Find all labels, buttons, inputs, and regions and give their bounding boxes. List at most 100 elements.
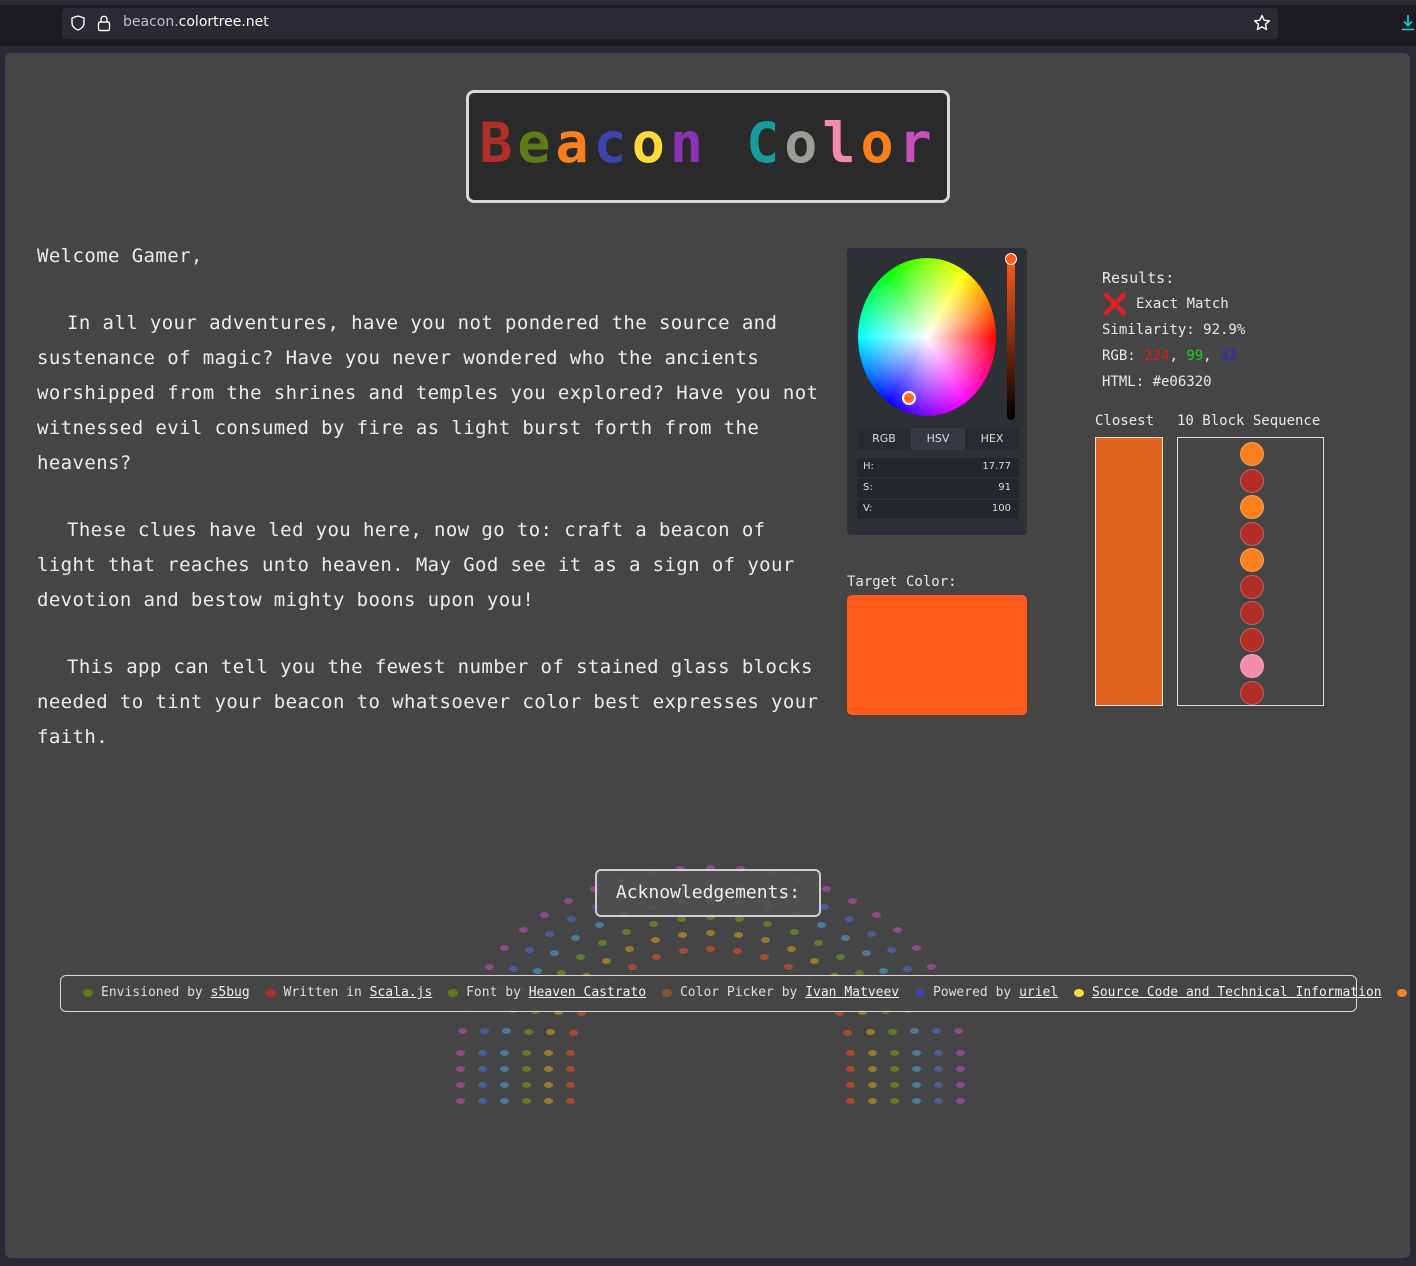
logo-letter: e — [517, 111, 556, 175]
arch-glass-dot — [478, 1066, 487, 1072]
arch-glass-dot — [601, 958, 611, 965]
arch-glass-dot — [848, 897, 858, 904]
arch-glass-dot — [500, 1098, 509, 1104]
address-bar[interactable]: beacon.colortree.net — [62, 8, 1278, 39]
font-author-link[interactable]: Heaven Castrato — [529, 985, 646, 1000]
arch-glass-dot — [934, 1098, 943, 1104]
yellow-glass-icon — [1074, 988, 1085, 997]
value-slider[interactable] — [1007, 258, 1015, 420]
logo-letter: o — [784, 111, 823, 175]
hue-field[interactable]: H: 17.77 — [857, 458, 1019, 477]
hue-label: H: — [863, 461, 874, 472]
red-glass-block-icon — [1240, 574, 1264, 599]
rgb-separator: , — [1169, 348, 1187, 364]
target-color-label: Target Color: — [847, 574, 957, 590]
logo-letter: r — [898, 111, 937, 175]
arch-glass-dot — [625, 946, 634, 953]
lime-glass-icon — [83, 988, 93, 997]
arch-glass-dot — [846, 1098, 855, 1104]
hue-value[interactable]: 17.77 — [982, 461, 1011, 472]
lock-icon[interactable] — [96, 14, 112, 32]
intro-paragraph-1: In all your adventures, have you not pon… — [37, 312, 819, 474]
uriel-link[interactable]: uriel — [1019, 985, 1058, 1000]
arch-glass-dot — [822, 886, 832, 893]
arch-glass-dot — [868, 1098, 877, 1104]
scalajs-link[interactable]: Scala.js — [370, 985, 433, 1000]
logo-title: Beacon Color — [469, 111, 947, 175]
tab-hsv[interactable]: HSV — [911, 428, 965, 450]
arch-glass-dot — [563, 897, 573, 904]
value-slider-handle[interactable] — [1005, 253, 1017, 265]
arch-glass-dot — [544, 1098, 553, 1104]
arch-glass-dot — [886, 947, 896, 954]
arch-glass-dot — [956, 1098, 965, 1104]
arch-glass-dot — [890, 1066, 899, 1072]
arch-glass-dot — [502, 1028, 512, 1035]
orange-glass-block-icon — [1240, 442, 1264, 466]
tab-rgb[interactable]: RGB — [857, 428, 911, 450]
arch-glass-dot — [733, 948, 743, 955]
written-text: Written in — [283, 985, 362, 1000]
arch-glass-dot — [532, 967, 542, 974]
rgb-red-value: 224 — [1144, 348, 1170, 364]
arch-glass-dot — [597, 939, 607, 946]
logo-letter: o — [631, 111, 670, 175]
logo-letter: B — [479, 111, 518, 175]
arch-glass-dot — [456, 1050, 465, 1056]
red-glass-block-icon — [1240, 627, 1264, 652]
logo-letter: n — [669, 111, 708, 175]
arch-glass-dot — [912, 1066, 921, 1072]
logo-letter — [708, 111, 746, 175]
arch-glass-dot — [500, 1066, 509, 1072]
saturation-field[interactable]: S: 91 — [857, 479, 1019, 498]
value-value[interactable]: 100 — [992, 503, 1011, 514]
arch-glass-dot — [522, 1098, 531, 1104]
download-icon[interactable] — [1400, 14, 1416, 32]
arch-glass-dot — [932, 1027, 942, 1034]
s5bug-link[interactable]: s5bug — [211, 985, 250, 1000]
arch-glass-dot — [484, 964, 494, 971]
arch-glass-dot — [912, 1050, 921, 1056]
color-wheel-handle[interactable] — [902, 391, 916, 405]
rgb-green-value: 99 — [1186, 348, 1204, 364]
value-field[interactable]: V: 100 — [857, 500, 1019, 519]
sequence-label: 10 Block Sequence — [1177, 413, 1321, 429]
arch-glass-dot — [912, 1082, 921, 1088]
arch-glass-dot — [706, 930, 715, 937]
arch-glass-dot — [544, 1082, 553, 1088]
intro-text: Welcome Gamer, In all your adventures, h… — [37, 239, 827, 787]
brown-glass-icon — [661, 988, 672, 997]
arch-glass-dot — [522, 1082, 531, 1088]
tab-hex[interactable]: HEX — [965, 428, 1019, 450]
arch-glass-dot — [846, 1082, 855, 1088]
arch-glass-dot — [836, 953, 846, 960]
arch-glass-dot — [566, 1066, 575, 1072]
arch-glass-dot — [846, 1066, 855, 1072]
bookmark-star-icon[interactable] — [1253, 14, 1271, 32]
arch-glass-dot — [544, 1066, 553, 1072]
url-text[interactable]: beacon.colortree.net — [123, 14, 269, 30]
shield-icon[interactable] — [70, 15, 86, 31]
credits-row: Envisioned by s5bug Written in Scala.js … — [75, 985, 1410, 1000]
saturation-value[interactable]: 91 — [998, 482, 1011, 493]
html-color-text: HTML: #e06320 — [1102, 374, 1212, 390]
exact-match-row: Exact Match — [1102, 291, 1245, 317]
arch-glass-dot — [868, 1050, 877, 1056]
arch-glass-dot — [678, 948, 688, 955]
pink-glass-block-icon — [1240, 654, 1264, 678]
red-glass-block-icon — [1240, 680, 1264, 705]
arch-glass-dot — [456, 1082, 465, 1088]
acknowledgements-button[interactable]: Acknowledgements: — [595, 869, 821, 917]
color-wheel[interactable] — [858, 258, 996, 416]
arch-glass-dot — [525, 947, 535, 954]
arch-glass-dot — [887, 1028, 897, 1035]
arch-glass-dot — [550, 950, 560, 957]
logo-letter: l — [822, 111, 861, 175]
logo-letter: c — [593, 111, 632, 175]
source-code-link[interactable]: Source Code and Technical Information — [1092, 985, 1382, 1000]
arch-glass-dot — [912, 1098, 921, 1104]
arch-glass-dot — [652, 954, 662, 961]
picker-author-link[interactable]: Ivan Matveev — [805, 985, 899, 1000]
arch-glass-dot — [817, 921, 827, 928]
arch-glass-dot — [568, 1029, 578, 1036]
